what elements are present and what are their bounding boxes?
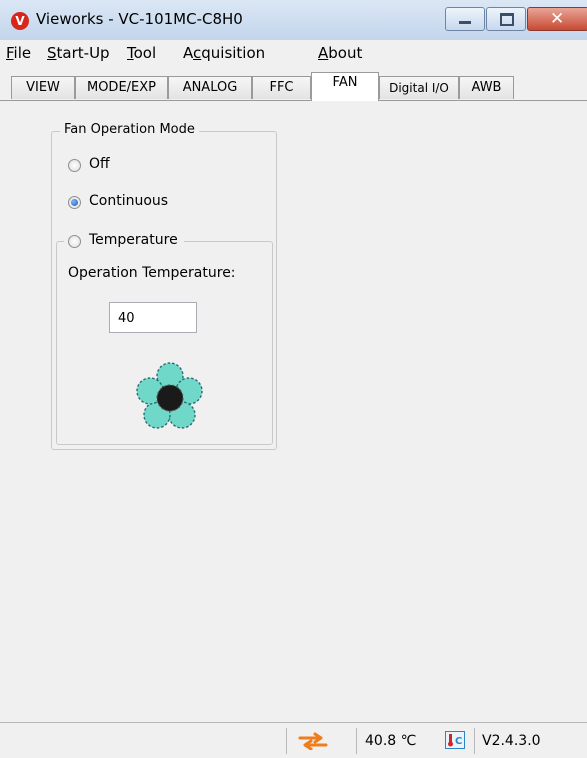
status-bar: 40.8 ℃ C V2.4.3.0 [0, 722, 587, 758]
tab-strip: VIEW MODE/EXP ANALOG FFC FAN Digital I/O… [0, 66, 587, 101]
minimize-button[interactable] [445, 7, 485, 31]
title-bar[interactable]: V Vieworks - VC-101MC-C8H0 ✕ [0, 0, 587, 41]
menu-acquisition[interactable]: Acquisition [183, 44, 265, 62]
maximize-button[interactable] [486, 7, 526, 31]
minimize-icon [459, 21, 471, 24]
menu-start-up[interactable]: Start-Up [47, 44, 110, 62]
vieworks-logo-icon[interactable]: V [11, 12, 29, 30]
radio-off-label[interactable]: Off [89, 156, 110, 172]
window-title: Vieworks - VC-101MC-C8H0 [36, 10, 243, 28]
radio-temperature-label[interactable]: Temperature [89, 232, 178, 248]
tab-fan[interactable]: FAN [311, 72, 379, 101]
tab-awb[interactable]: AWB [459, 76, 514, 99]
radio-continuous-label[interactable]: Continuous [89, 193, 168, 209]
operation-temperature-input[interactable]: 40 [109, 302, 197, 333]
tab-ffc[interactable]: FFC [252, 76, 311, 99]
status-separator [474, 728, 475, 754]
group-title: Fan Operation Mode [60, 122, 199, 137]
tab-analog[interactable]: ANALOG [168, 76, 252, 99]
version-label: V2.4.3.0 [482, 733, 541, 749]
radio-continuous[interactable] [68, 196, 81, 209]
temperature-readout: 40.8 ℃ [365, 733, 417, 749]
close-icon: ✕ [550, 9, 565, 29]
close-button[interactable]: ✕ [527, 7, 587, 31]
fan-flower-icon [136, 362, 203, 429]
tab-mode-exp[interactable]: MODE/EXP [75, 76, 168, 99]
menu-file[interactable]: File [6, 44, 31, 62]
radio-temperature[interactable] [68, 235, 81, 248]
menu-bar: File Start-Up Tool Acquisition About [0, 40, 587, 66]
radio-off[interactable] [68, 159, 81, 172]
menu-about[interactable]: About [318, 44, 362, 62]
svg-text:C: C [455, 736, 462, 747]
maximize-icon [500, 13, 514, 26]
menu-tool[interactable]: Tool [127, 44, 156, 62]
status-separator [286, 728, 287, 754]
connection-arrows-icon [298, 732, 328, 750]
tab-view[interactable]: VIEW [11, 76, 75, 99]
temperature-alarm-icon: C [445, 731, 465, 749]
operation-temperature-label: Operation Temperature: [68, 265, 236, 281]
tab-digital-io[interactable]: Digital I/O [379, 76, 459, 99]
status-separator [356, 728, 357, 754]
